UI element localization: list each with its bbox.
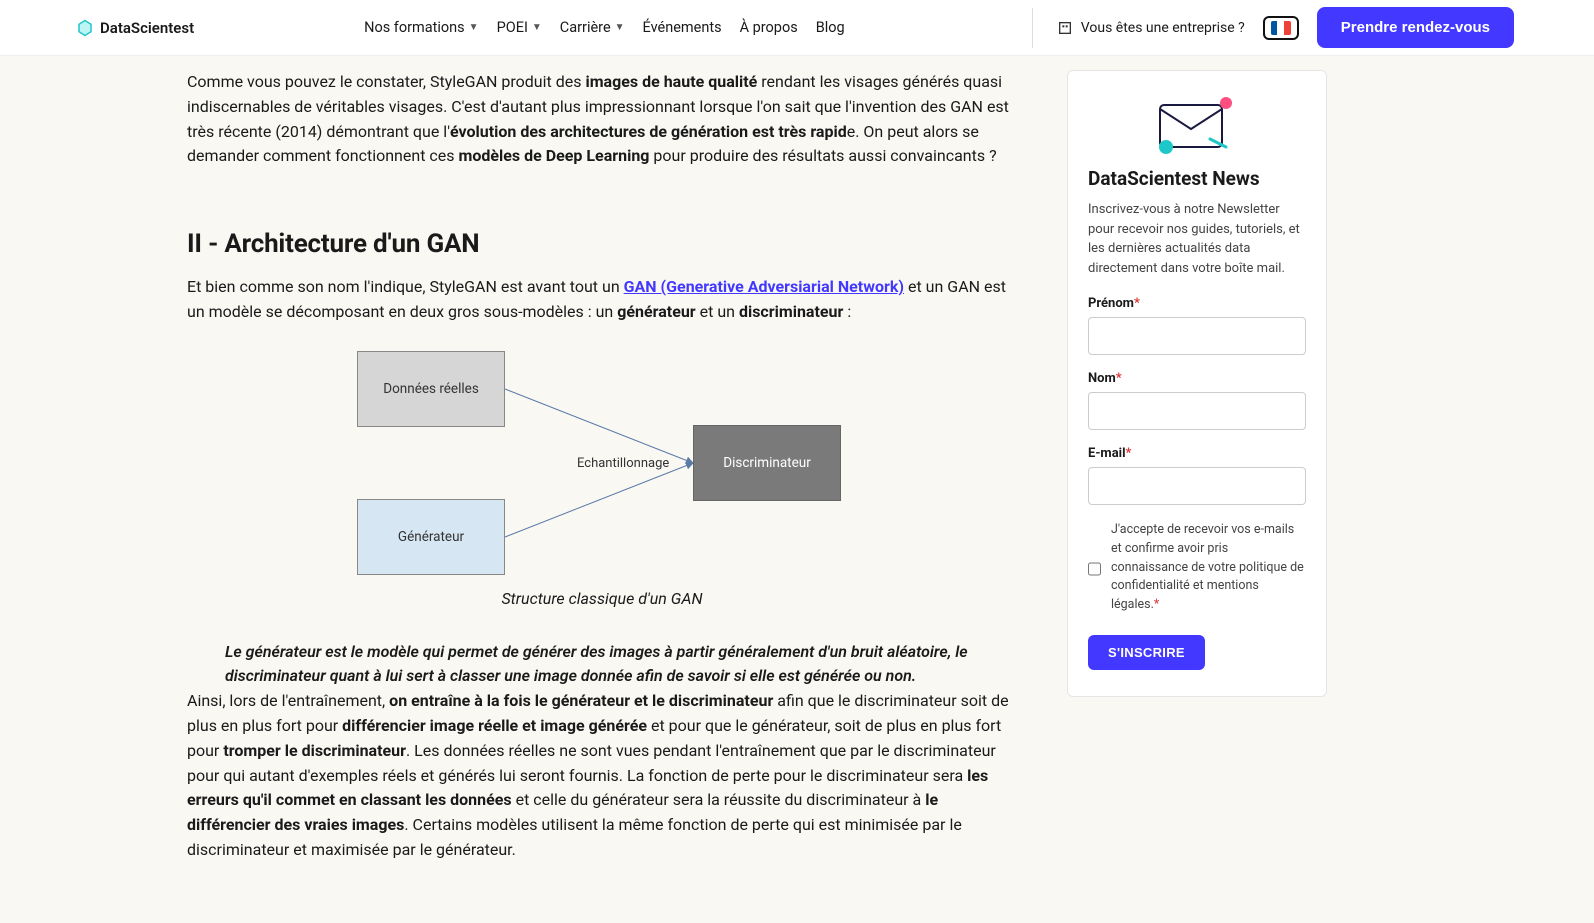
nav-poei-label: POEI xyxy=(497,19,528,36)
label-email: E-mail* xyxy=(1088,446,1306,461)
text: Comme vous pouvez le constater, StyleGAN… xyxy=(187,72,585,91)
nav-evenements[interactable]: Événements xyxy=(643,19,722,36)
label-text: Prénom xyxy=(1088,296,1134,311)
paragraph-intro: Comme vous pouvez le constater, StyleGAN… xyxy=(187,70,1017,169)
required-marker: * xyxy=(1154,597,1159,612)
logo-icon xyxy=(76,19,94,37)
nav-blog-label: Blog xyxy=(816,19,845,36)
section-heading-architecture: II - Architecture d'un GAN xyxy=(187,229,1017,259)
diagram-box-realdata: Données réelles xyxy=(357,351,505,427)
consent-text: J'accepte de recevoir vos e-mails et con… xyxy=(1111,521,1306,615)
newsletter-title: DataScientest News xyxy=(1088,167,1306,190)
nav-poei[interactable]: POEI ▼ xyxy=(497,19,542,36)
label-text: Nom xyxy=(1088,371,1116,386)
brand-name: DataScientest xyxy=(100,19,194,37)
text: : xyxy=(843,302,851,321)
book-appointment-button[interactable]: Prendre rendez-vous xyxy=(1317,7,1514,48)
newsletter-description: Inscrivez-vous à notre Newsletter pour r… xyxy=(1088,200,1306,278)
diagram-box-generator: Générateur xyxy=(357,499,505,575)
brand-logo[interactable]: DataScientest xyxy=(76,19,194,37)
text: et celle du générateur sera la réussite … xyxy=(512,790,926,809)
label-nom: Nom* xyxy=(1088,371,1306,386)
text-strong: évolution des architectures de génératio… xyxy=(450,122,847,141)
text-strong: images de haute qualité xyxy=(585,72,757,91)
enterprise-label: Vous êtes une entreprise ? xyxy=(1081,20,1245,36)
text: pour produire des résultats aussi convai… xyxy=(649,146,996,165)
required-marker: * xyxy=(1116,371,1122,386)
language-selector[interactable] xyxy=(1263,16,1299,40)
label-prenom: Prénom* xyxy=(1088,296,1306,311)
paragraph-gan-def: Et bien comme son nom l'indique, StyleGA… xyxy=(187,275,1017,325)
subscribe-button[interactable]: S'INSCRIRE xyxy=(1088,635,1205,670)
sidebar: DataScientest News Inscrivez-vous à notr… xyxy=(1067,70,1327,863)
link-gan-definition[interactable]: GAN (Generative Adversiarial Network) xyxy=(624,277,904,296)
article-body: Comme vous pouvez le constater, StyleGAN… xyxy=(187,70,1017,863)
building-icon xyxy=(1057,20,1073,36)
input-prenom[interactable] xyxy=(1088,317,1306,355)
newsletter-card: DataScientest News Inscrivez-vous à notr… xyxy=(1067,70,1327,697)
label-text: E-mail xyxy=(1088,446,1126,461)
chevron-down-icon: ▼ xyxy=(469,22,479,33)
input-nom[interactable] xyxy=(1088,392,1306,430)
chevron-down-icon: ▼ xyxy=(615,22,625,33)
site-header: DataScientest Nos formations ▼ POEI ▼ Ca… xyxy=(0,0,1594,56)
enterprise-link[interactable]: Vous êtes une entreprise ? xyxy=(1057,20,1245,36)
nav-carriere-label: Carrière xyxy=(560,19,611,36)
text-strong: tromper le discriminateur xyxy=(223,741,406,760)
chevron-down-icon: ▼ xyxy=(532,22,542,33)
nav-formations[interactable]: Nos formations ▼ xyxy=(364,19,478,36)
blockquote-generator-discriminator: Le générateur est le modèle qui permet d… xyxy=(187,640,1017,690)
diagram-box-discriminator: Discriminateur xyxy=(693,425,841,501)
required-marker: * xyxy=(1134,296,1140,311)
nav-carriere[interactable]: Carrière ▼ xyxy=(560,19,625,36)
input-email[interactable] xyxy=(1088,467,1306,505)
nav-apropos[interactable]: À propos xyxy=(740,19,798,36)
text-strong: discriminateur xyxy=(739,302,843,321)
newsletter-illustration xyxy=(1088,93,1306,157)
consent-row: J'accepte de recevoir vos e-mails et con… xyxy=(1088,521,1306,615)
text-strong: modèles de Deep Learning xyxy=(459,146,650,165)
nav-evenements-label: Événements xyxy=(643,19,722,36)
envelope-icon xyxy=(1152,93,1242,157)
paragraph-training: Ainsi, lors de l'entraînement, on entraî… xyxy=(187,689,1017,863)
text: Et bien comme son nom l'indique, StyleGA… xyxy=(187,277,624,296)
main-nav: Nos formations ▼ POEI ▼ Carrière ▼ Événe… xyxy=(364,19,845,36)
text: Ainsi, lors de l'entraînement, xyxy=(187,691,389,710)
text-strong: différencier image réelle et image génér… xyxy=(342,716,647,735)
nav-blog[interactable]: Blog xyxy=(816,19,845,36)
text: et un xyxy=(696,302,739,321)
nav-apropos-label: À propos xyxy=(740,19,798,36)
header-right: Vous êtes une entreprise ? Prendre rende… xyxy=(1026,7,1514,48)
diagram-label-sampling: Echantillonnage xyxy=(577,456,669,471)
text-strong: générateur xyxy=(617,302,695,321)
flag-france-icon xyxy=(1271,21,1291,35)
consent-checkbox[interactable] xyxy=(1088,523,1101,615)
text: J'accepte de recevoir vos e-mails et con… xyxy=(1111,522,1304,612)
text-strong: on entraîne à la fois le générateur et l… xyxy=(389,691,773,710)
gan-structure-diagram: Données réelles Générateur Discriminateu… xyxy=(357,351,847,581)
diagram-caption: Structure classique d'un GAN xyxy=(187,587,1017,612)
nav-formations-label: Nos formations xyxy=(364,19,465,36)
required-marker: * xyxy=(1126,446,1132,461)
divider xyxy=(1032,8,1033,48)
